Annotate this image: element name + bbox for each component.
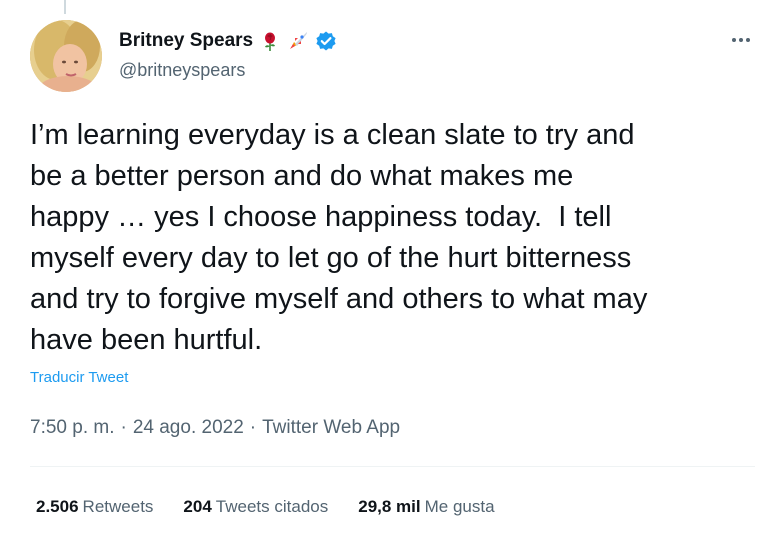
- quote-tweets-count: 204: [183, 497, 212, 516]
- retweets-stat[interactable]: 2.506 Retweets: [36, 497, 153, 517]
- more-dot-icon: [739, 38, 743, 42]
- likes-stat[interactable]: 29,8 mil Me gusta: [358, 497, 494, 517]
- more-options-button[interactable]: [726, 30, 756, 50]
- translate-tweet-link[interactable]: Traducir Tweet: [30, 369, 128, 386]
- meta-separator: ·: [249, 417, 257, 438]
- retweets-count: 2.506: [36, 497, 79, 516]
- avatar-photo: [30, 20, 102, 92]
- tweet-stats: 2.506 Retweets 204 Tweets citados 29,8 mil…: [36, 497, 495, 517]
- tweet-time[interactable]: 7:50 p. m.: [30, 417, 115, 439]
- thread-connector-line: [64, 0, 66, 14]
- user-handle[interactable]: @britneyspears: [119, 60, 245, 81]
- meta-separator: ·: [120, 417, 127, 438]
- divider: [30, 466, 755, 467]
- tweet-source[interactable]: Twitter Web App: [262, 417, 400, 439]
- quote-tweets-label: Tweets citados: [215, 497, 329, 516]
- author-name-row: Britney Spears: [119, 28, 337, 54]
- tweet-date[interactable]: 24 ago. 2022: [133, 417, 244, 439]
- tweet-text: I’m learning everyday is a clean slate t…: [30, 119, 648, 356]
- more-dot-icon: [732, 38, 736, 42]
- tweet-meta: 7:50 p. m. · 24 ago. 2022 · Twitter Web …: [30, 417, 400, 439]
- avatar[interactable]: [30, 20, 102, 92]
- more-dot-icon: [746, 38, 750, 42]
- likes-label: Me gusta: [424, 497, 495, 516]
- verified-badge-icon: [315, 30, 337, 52]
- display-name[interactable]: Britney Spears: [119, 30, 253, 52]
- likes-count: 29,8 mil: [358, 497, 421, 516]
- rose-emoji-icon: [259, 30, 281, 52]
- rocket-emoji-icon: [287, 30, 309, 52]
- retweets-label: Retweets: [82, 497, 154, 516]
- tweet-card: Britney Spears @britneyspears I’m learni…: [0, 0, 768, 540]
- quote-tweets-stat[interactable]: 204 Tweets citados: [183, 497, 328, 517]
